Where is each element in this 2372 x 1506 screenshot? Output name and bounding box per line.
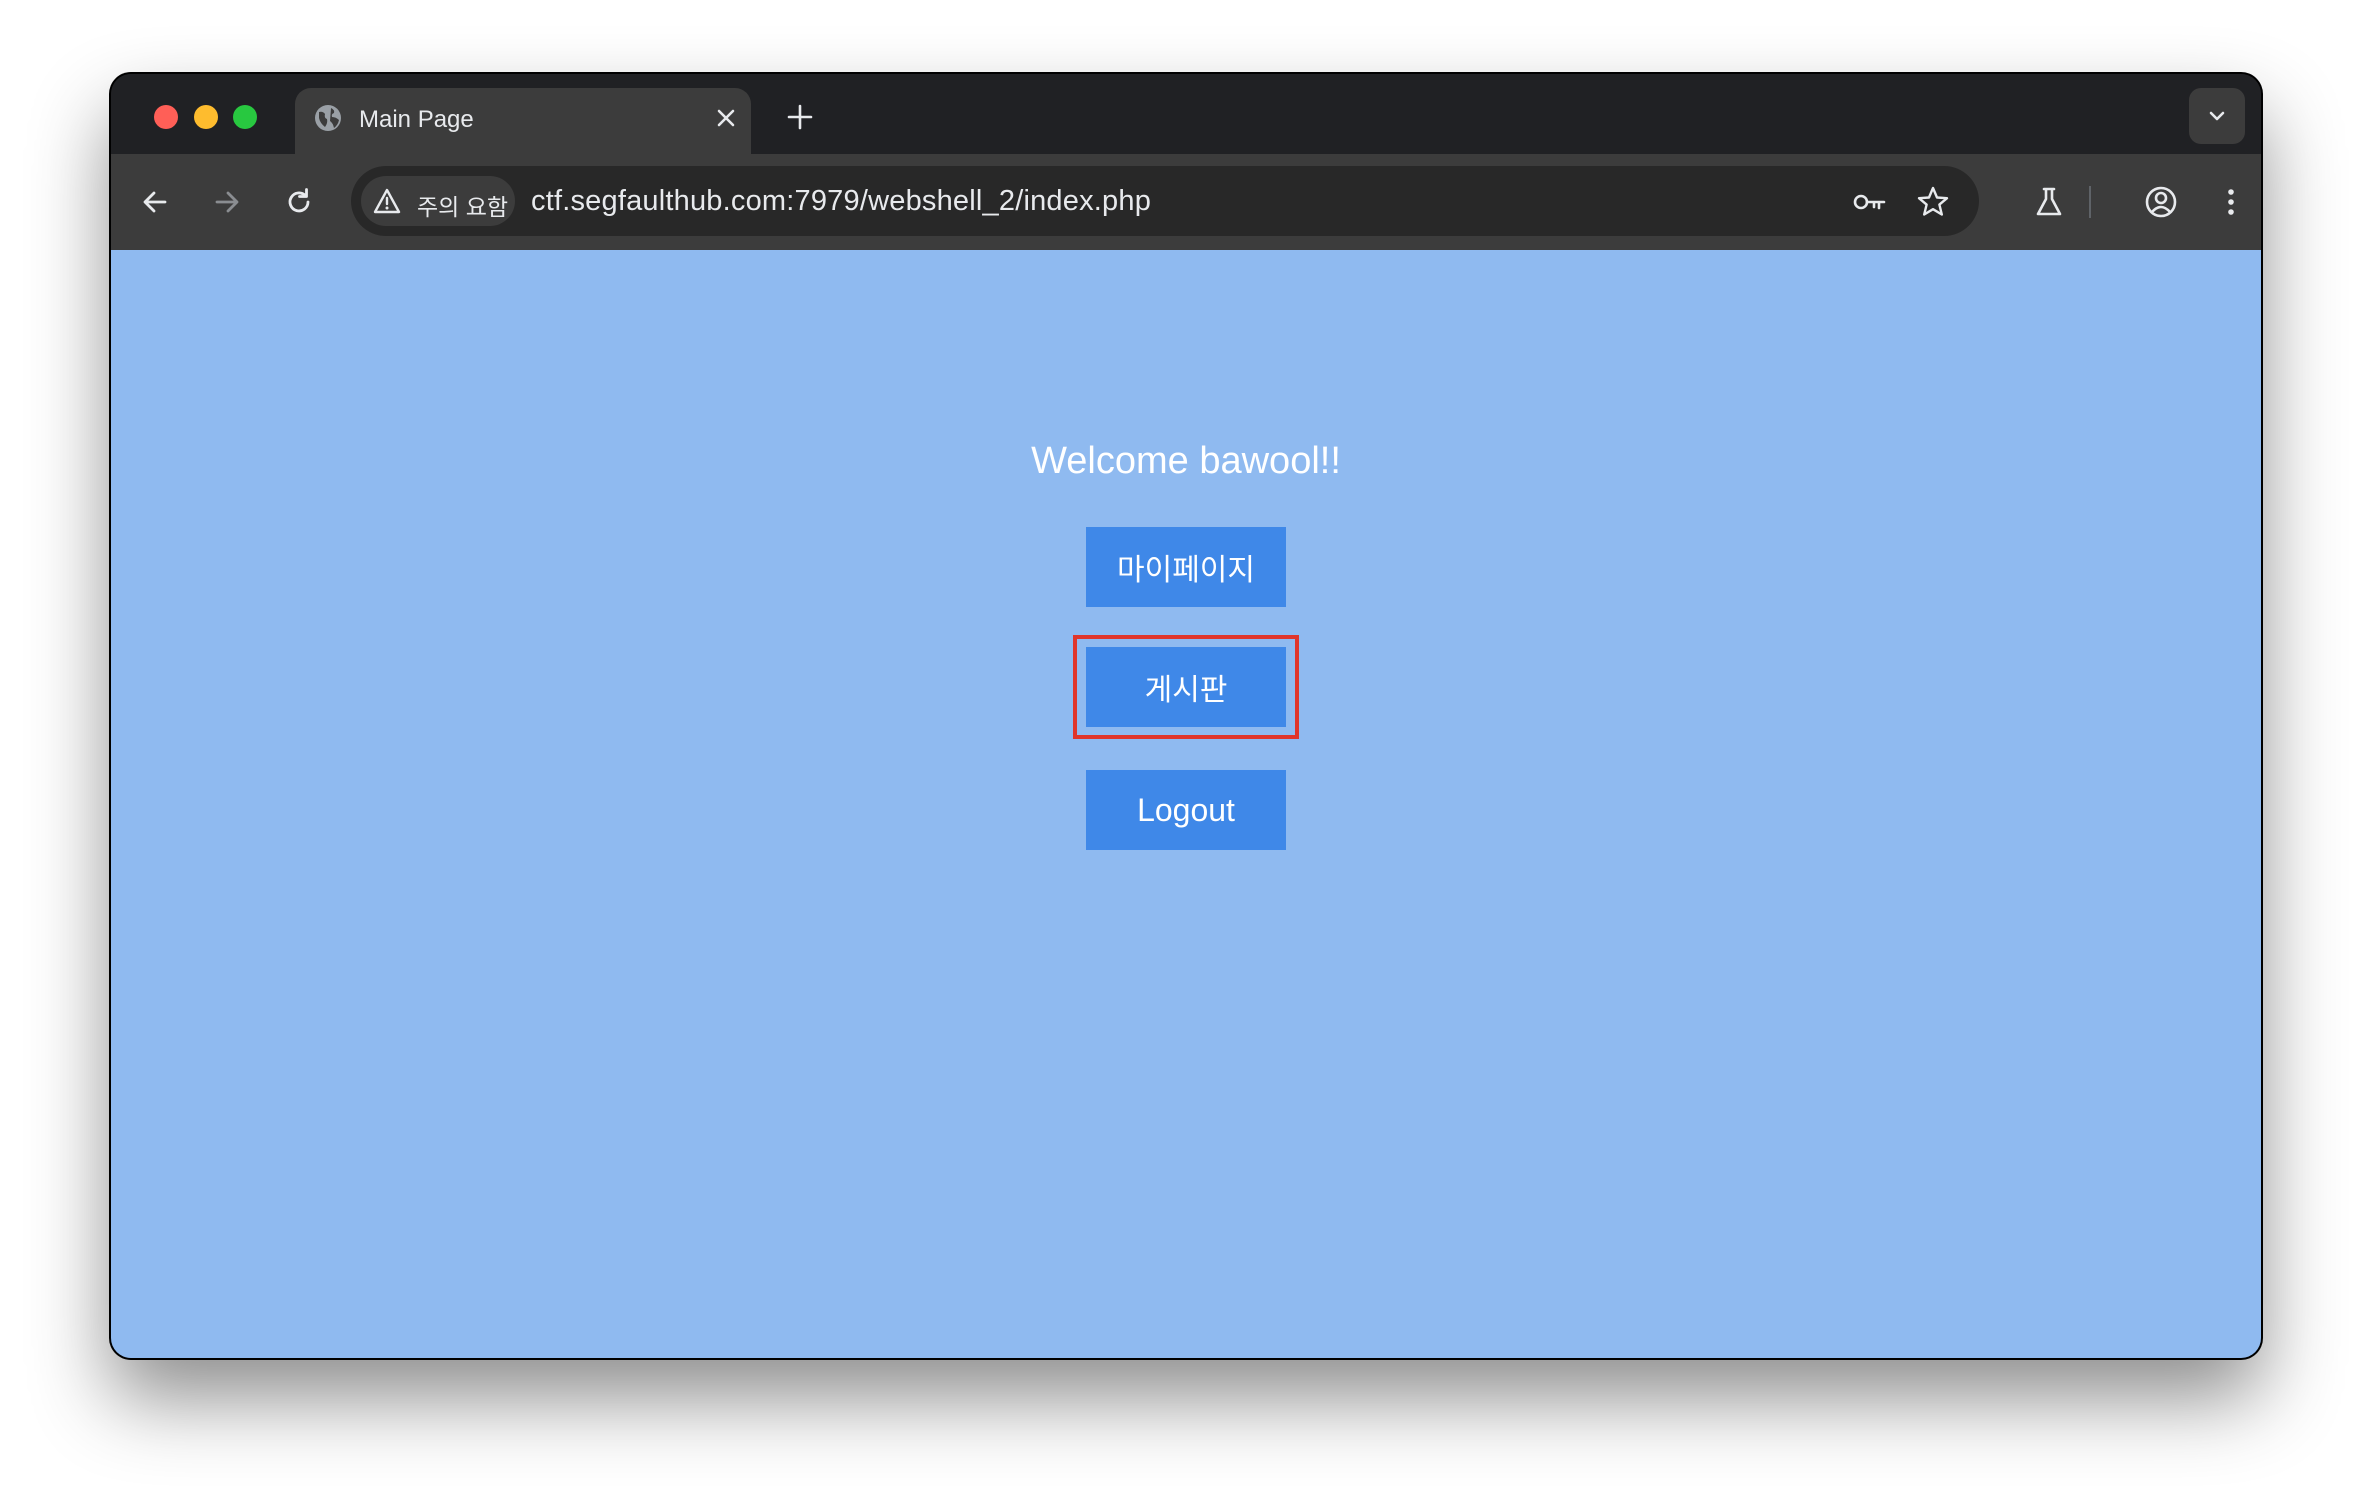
address-bar[interactable]: 주의 요함 ctf.segfaulthub.com:7979/webshell_… — [351, 166, 1979, 236]
kebab-menu-icon[interactable] — [2213, 184, 2249, 220]
welcome-heading: Welcome bawool!! — [1031, 440, 1341, 482]
tab-title: Main Page — [359, 106, 474, 133]
tab-search-button[interactable] — [2189, 88, 2245, 144]
url-text[interactable]: ctf.segfaulthub.com:7979/webshell_2/inde… — [531, 185, 1151, 218]
security-warning-chip[interactable]: 주의 요함 — [361, 176, 515, 226]
mypage-button[interactable]: 마이페이지 — [1086, 527, 1286, 607]
star-icon[interactable] — [1915, 184, 1951, 220]
profile-icon[interactable] — [2143, 184, 2179, 220]
screenshot-stage: Main Page 주의 요함 ctf.segfaulthub.com:7979… — [0, 0, 2372, 1506]
warning-triangle-icon — [373, 188, 401, 214]
close-icon[interactable] — [713, 105, 739, 131]
arrow-right-icon[interactable] — [209, 184, 245, 220]
browser-window: Main Page 주의 요함 ctf.segfaulthub.com:7979… — [111, 74, 2261, 1358]
close-window-button[interactable] — [154, 105, 178, 129]
browser-toolbar: 주의 요함 ctf.segfaulthub.com:7979/webshell_… — [111, 154, 2261, 250]
arrow-left-icon[interactable] — [137, 184, 173, 220]
globe-icon — [315, 105, 341, 131]
flask-icon[interactable] — [2031, 184, 2067, 220]
maximize-window-button[interactable] — [233, 105, 257, 129]
minimize-window-button[interactable] — [194, 105, 218, 129]
toolbar-divider — [2089, 186, 2091, 218]
reload-icon[interactable] — [281, 184, 317, 220]
key-icon[interactable] — [1851, 184, 1887, 220]
logout-button[interactable]: Logout — [1086, 770, 1286, 850]
tab-strip: Main Page — [111, 74, 2261, 154]
tab-main-page[interactable]: Main Page — [295, 88, 751, 154]
security-chip-label: 주의 요함 — [417, 194, 509, 220]
chevron-down-icon — [2209, 111, 2225, 121]
page-content: Welcome bawool!! 마이페이지 게시판 Logout — [111, 250, 2261, 1358]
board-button[interactable]: 게시판 — [1086, 647, 1286, 727]
plus-icon[interactable] — [785, 102, 815, 132]
